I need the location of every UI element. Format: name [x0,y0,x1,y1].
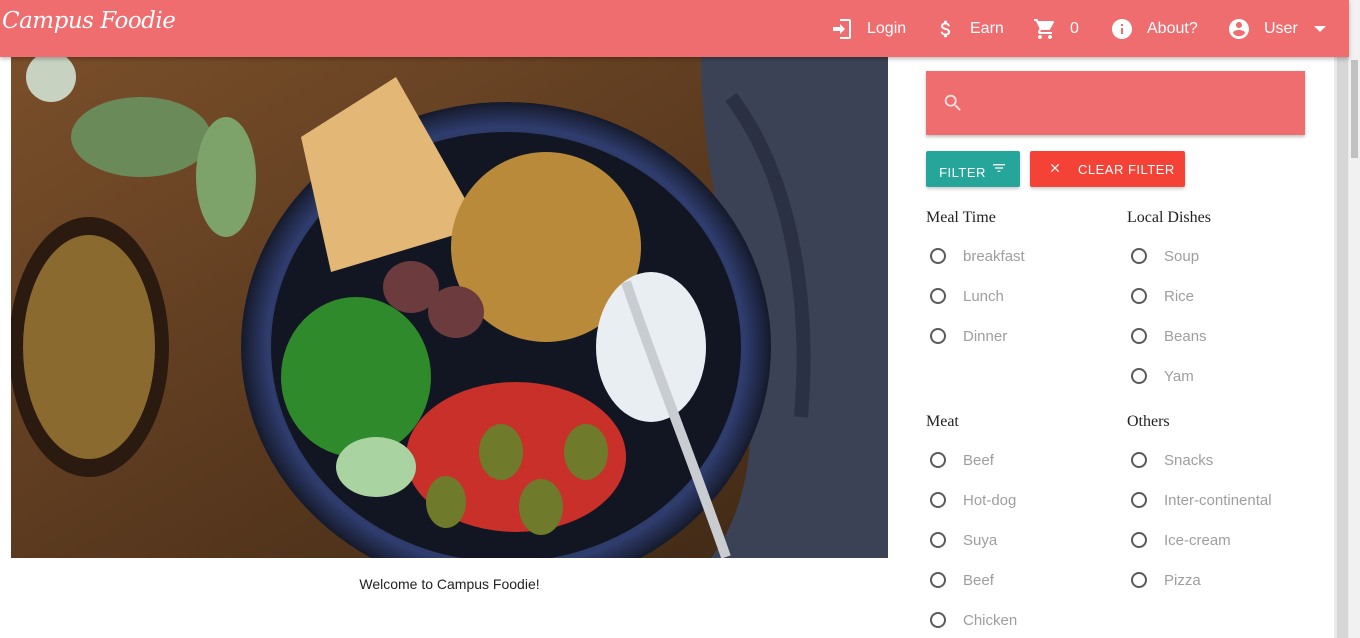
filter-option[interactable]: breakfast [930,246,1025,266]
filter-option-label: Inter-continental [1164,491,1272,509]
filter-option-label: Snacks [1164,451,1214,469]
search-bar[interactable] [926,71,1305,135]
filter-option[interactable]: Hot-dog [930,490,1016,510]
filter-option-label: breakfast [963,247,1025,265]
panel-scrollbar[interactable] [1334,57,1349,638]
filter-option[interactable]: Chicken [930,610,1017,630]
radio-button[interactable] [930,612,946,628]
radio-button[interactable] [1131,452,1147,468]
radio-button[interactable] [930,532,946,548]
filter-option[interactable]: Suya [930,530,997,550]
filter-group-title: Meal Time [926,209,996,226]
welcome-caption: Welcome to Campus Foodie! [359,576,540,592]
close-icon [1048,161,1062,178]
search-input[interactable] [982,87,1286,121]
cart-count: 0 [1070,19,1079,37]
radio-button[interactable] [930,572,946,588]
filter-option-label: Dinner [963,327,1008,345]
filter-option[interactable]: Rice [1131,286,1194,306]
nav-cart[interactable]: 0 [1033,0,1079,57]
filter-group-title: Local Dishes [1127,209,1211,226]
radio-button[interactable] [930,248,946,264]
top-navbar: Campus Foodie Login Earn 0 About? User [0,0,1349,57]
clear-filter-button[interactable]: CLEAR FILTER [1030,151,1185,187]
radio-button[interactable] [930,328,946,344]
filter-option-label: Ice-cream [1164,531,1231,549]
nav-user-dropdown[interactable]: User [1227,0,1326,57]
account-circle-icon [1227,17,1251,41]
nav-user-label: User [1264,19,1298,37]
filter-option[interactable]: Beans [1131,326,1207,346]
radio-button[interactable] [1131,572,1147,588]
nav-earn[interactable]: Earn [935,0,1004,57]
radio-button[interactable] [1131,248,1147,264]
filter-option-label: Beef [963,451,994,469]
radio-button[interactable] [930,288,946,304]
brand-logo[interactable]: Campus Foodie [2,8,176,34]
hero-food-image [11,57,888,558]
radio-button[interactable] [1131,532,1147,548]
filter-option[interactable]: Yam [1131,366,1194,386]
filter-option[interactable]: Soup [1131,246,1199,266]
filter-option-label: Lunch [963,287,1004,305]
info-icon [1110,17,1134,41]
filter-option[interactable]: Beef [930,570,994,590]
filter-option-label: Beans [1164,327,1207,345]
radio-button[interactable] [1131,368,1147,384]
panel-scroll-thumb[interactable] [1337,57,1348,638]
login-icon [830,17,854,41]
filter-option-label: Pizza [1164,571,1201,589]
filter-option[interactable]: Pizza [1131,570,1201,590]
radio-button[interactable] [1131,328,1147,344]
nav-earn-label: Earn [970,19,1004,37]
filter-option[interactable]: Inter-continental [1131,490,1272,510]
radio-button[interactable] [930,492,946,508]
filter-option-label: Suya [963,531,998,549]
filter-option[interactable]: Beef [930,450,994,470]
page-scrollbar[interactable] [1349,0,1360,638]
nav-login[interactable]: Login [830,0,906,57]
filter-group-title: Meat [926,413,959,430]
nav-about-label: About? [1147,19,1198,37]
filter-option-label: Beef [963,571,994,589]
filter-option-label: Chicken [963,611,1018,629]
filter-option[interactable]: Dinner [930,326,1007,346]
radio-button[interactable] [930,452,946,468]
radio-button[interactable] [1131,492,1147,508]
cart-icon [1033,17,1057,41]
filter-option[interactable]: Ice-cream [1131,530,1231,550]
nav-about[interactable]: About? [1110,0,1198,57]
filter-option[interactable]: Lunch [930,286,1004,306]
dropdown-arrow-icon [1313,25,1326,33]
filter-list-icon [991,160,1007,179]
filter-option[interactable]: Snacks [1131,450,1213,470]
filter-button[interactable]: FILTER [926,151,1020,187]
page-scroll-thumb[interactable] [1351,60,1358,158]
filter-option-label: Yam [1164,367,1194,385]
clear-filter-label: CLEAR FILTER [1078,161,1175,177]
search-icon [942,92,964,119]
radio-button[interactable] [1131,288,1147,304]
filter-option-label: Hot-dog [963,491,1017,509]
filter-group-title: Others [1127,413,1170,430]
nav-login-label: Login [867,19,907,37]
filter-option-label: Rice [1164,287,1195,305]
filter-button-label: FILTER [939,164,986,180]
filter-option-label: Soup [1164,247,1200,265]
dollar-icon [935,17,957,41]
